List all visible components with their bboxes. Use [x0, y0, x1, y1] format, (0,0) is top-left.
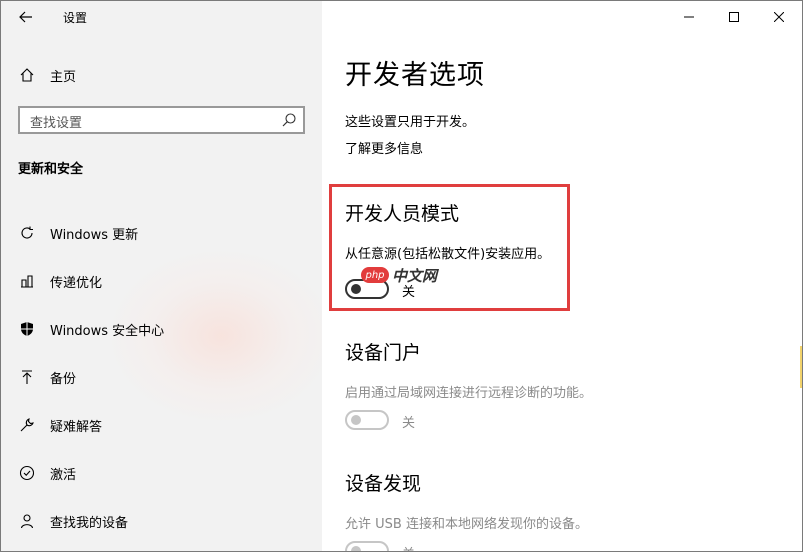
- sidebar-item-activation[interactable]: 激活: [1, 449, 322, 497]
- section-title: 更新和安全: [18, 162, 84, 177]
- sidebar-item-label: 疑难解答: [50, 419, 103, 435]
- sidebar-nav: Windows 更新 传递优化 Windows 安全中心 备份 疑难解答 激活 …: [1, 209, 322, 545]
- close-icon: [774, 12, 784, 22]
- sidebar-item-label: 激活: [50, 467, 77, 483]
- sidebar-item-troubleshoot[interactable]: 疑难解答: [1, 401, 322, 449]
- minimize-icon: [684, 16, 694, 18]
- watermark-logo: php 中文网: [361, 264, 437, 286]
- sidebar-item-delivery-optimization[interactable]: 传递优化: [1, 257, 322, 305]
- maximize-button[interactable]: [711, 1, 757, 33]
- device-portal-toggle[interactable]: [345, 410, 389, 430]
- sidebar: 设置 主页 查找设置 更新和安全 Windows 更新 传递优化 Windows…: [1, 1, 322, 551]
- device-discovery-toggle-label: 关: [402, 543, 415, 551]
- sidebar-item-label: 查找我的设备: [50, 515, 129, 531]
- sidebar-item-label: Windows 更新: [50, 227, 139, 243]
- back-arrow-icon: [19, 11, 32, 23]
- highlight-box: [329, 184, 570, 311]
- device-portal-title: 设备门户: [345, 342, 422, 364]
- settings-window: 设置 主页 查找设置 更新和安全 Windows 更新 传递优化 Windows…: [0, 0, 803, 552]
- maximize-icon: [729, 12, 739, 22]
- upload-icon: [18, 368, 36, 386]
- page-description: 这些设置只用于开发。: [345, 115, 476, 130]
- device-discovery-title: 设备发现: [345, 473, 422, 495]
- shield-icon: [18, 320, 36, 338]
- wrench-icon: [18, 416, 36, 434]
- toggle-knob: [351, 546, 361, 551]
- page-title: 开发者选项: [345, 60, 485, 91]
- toggle-knob: [351, 415, 361, 425]
- sidebar-item-windows-update[interactable]: Windows 更新: [1, 209, 322, 257]
- title-bar: 设置: [1, 1, 322, 33]
- refresh-icon: [18, 224, 36, 242]
- sidebar-item-backup[interactable]: 备份: [1, 353, 322, 401]
- sidebar-item-label: 主页: [50, 69, 77, 85]
- sidebar-item-home[interactable]: 主页: [1, 59, 322, 91]
- sidebar-item-label: 备份: [50, 371, 77, 387]
- search-placeholder: 查找设置: [30, 116, 83, 131]
- search-input[interactable]: 查找设置: [18, 106, 305, 134]
- home-icon: [18, 66, 36, 84]
- device-portal-description: 启用通过局域网连接进行远程诊断的功能。: [345, 386, 593, 401]
- device-discovery-description: 允许 USB 连接和本地网络发现你的设备。: [345, 517, 588, 532]
- check-circle-icon: [18, 464, 36, 482]
- sidebar-item-find-my-device[interactable]: 查找我的设备: [1, 497, 322, 545]
- minimize-button[interactable]: [666, 1, 712, 33]
- device-portal-toggle-label: 关: [402, 416, 416, 431]
- search-icon: [282, 113, 296, 127]
- sidebar-item-windows-security[interactable]: Windows 安全中心: [1, 305, 322, 353]
- watermark-badge: php: [361, 267, 389, 283]
- sidebar-item-label: 传递优化: [50, 275, 103, 291]
- learn-more-link[interactable]: 了解更多信息: [345, 138, 423, 157]
- watermark-text: 中文网: [392, 266, 438, 285]
- sidebar-item-label: Windows 安全中心: [50, 323, 165, 339]
- device-discovery-toggle[interactable]: [345, 541, 389, 551]
- back-button[interactable]: [11, 5, 41, 29]
- person-icon: [18, 512, 36, 530]
- window-title: 设置: [63, 11, 88, 25]
- delivery-icon: [18, 272, 36, 290]
- close-button[interactable]: [756, 1, 802, 33]
